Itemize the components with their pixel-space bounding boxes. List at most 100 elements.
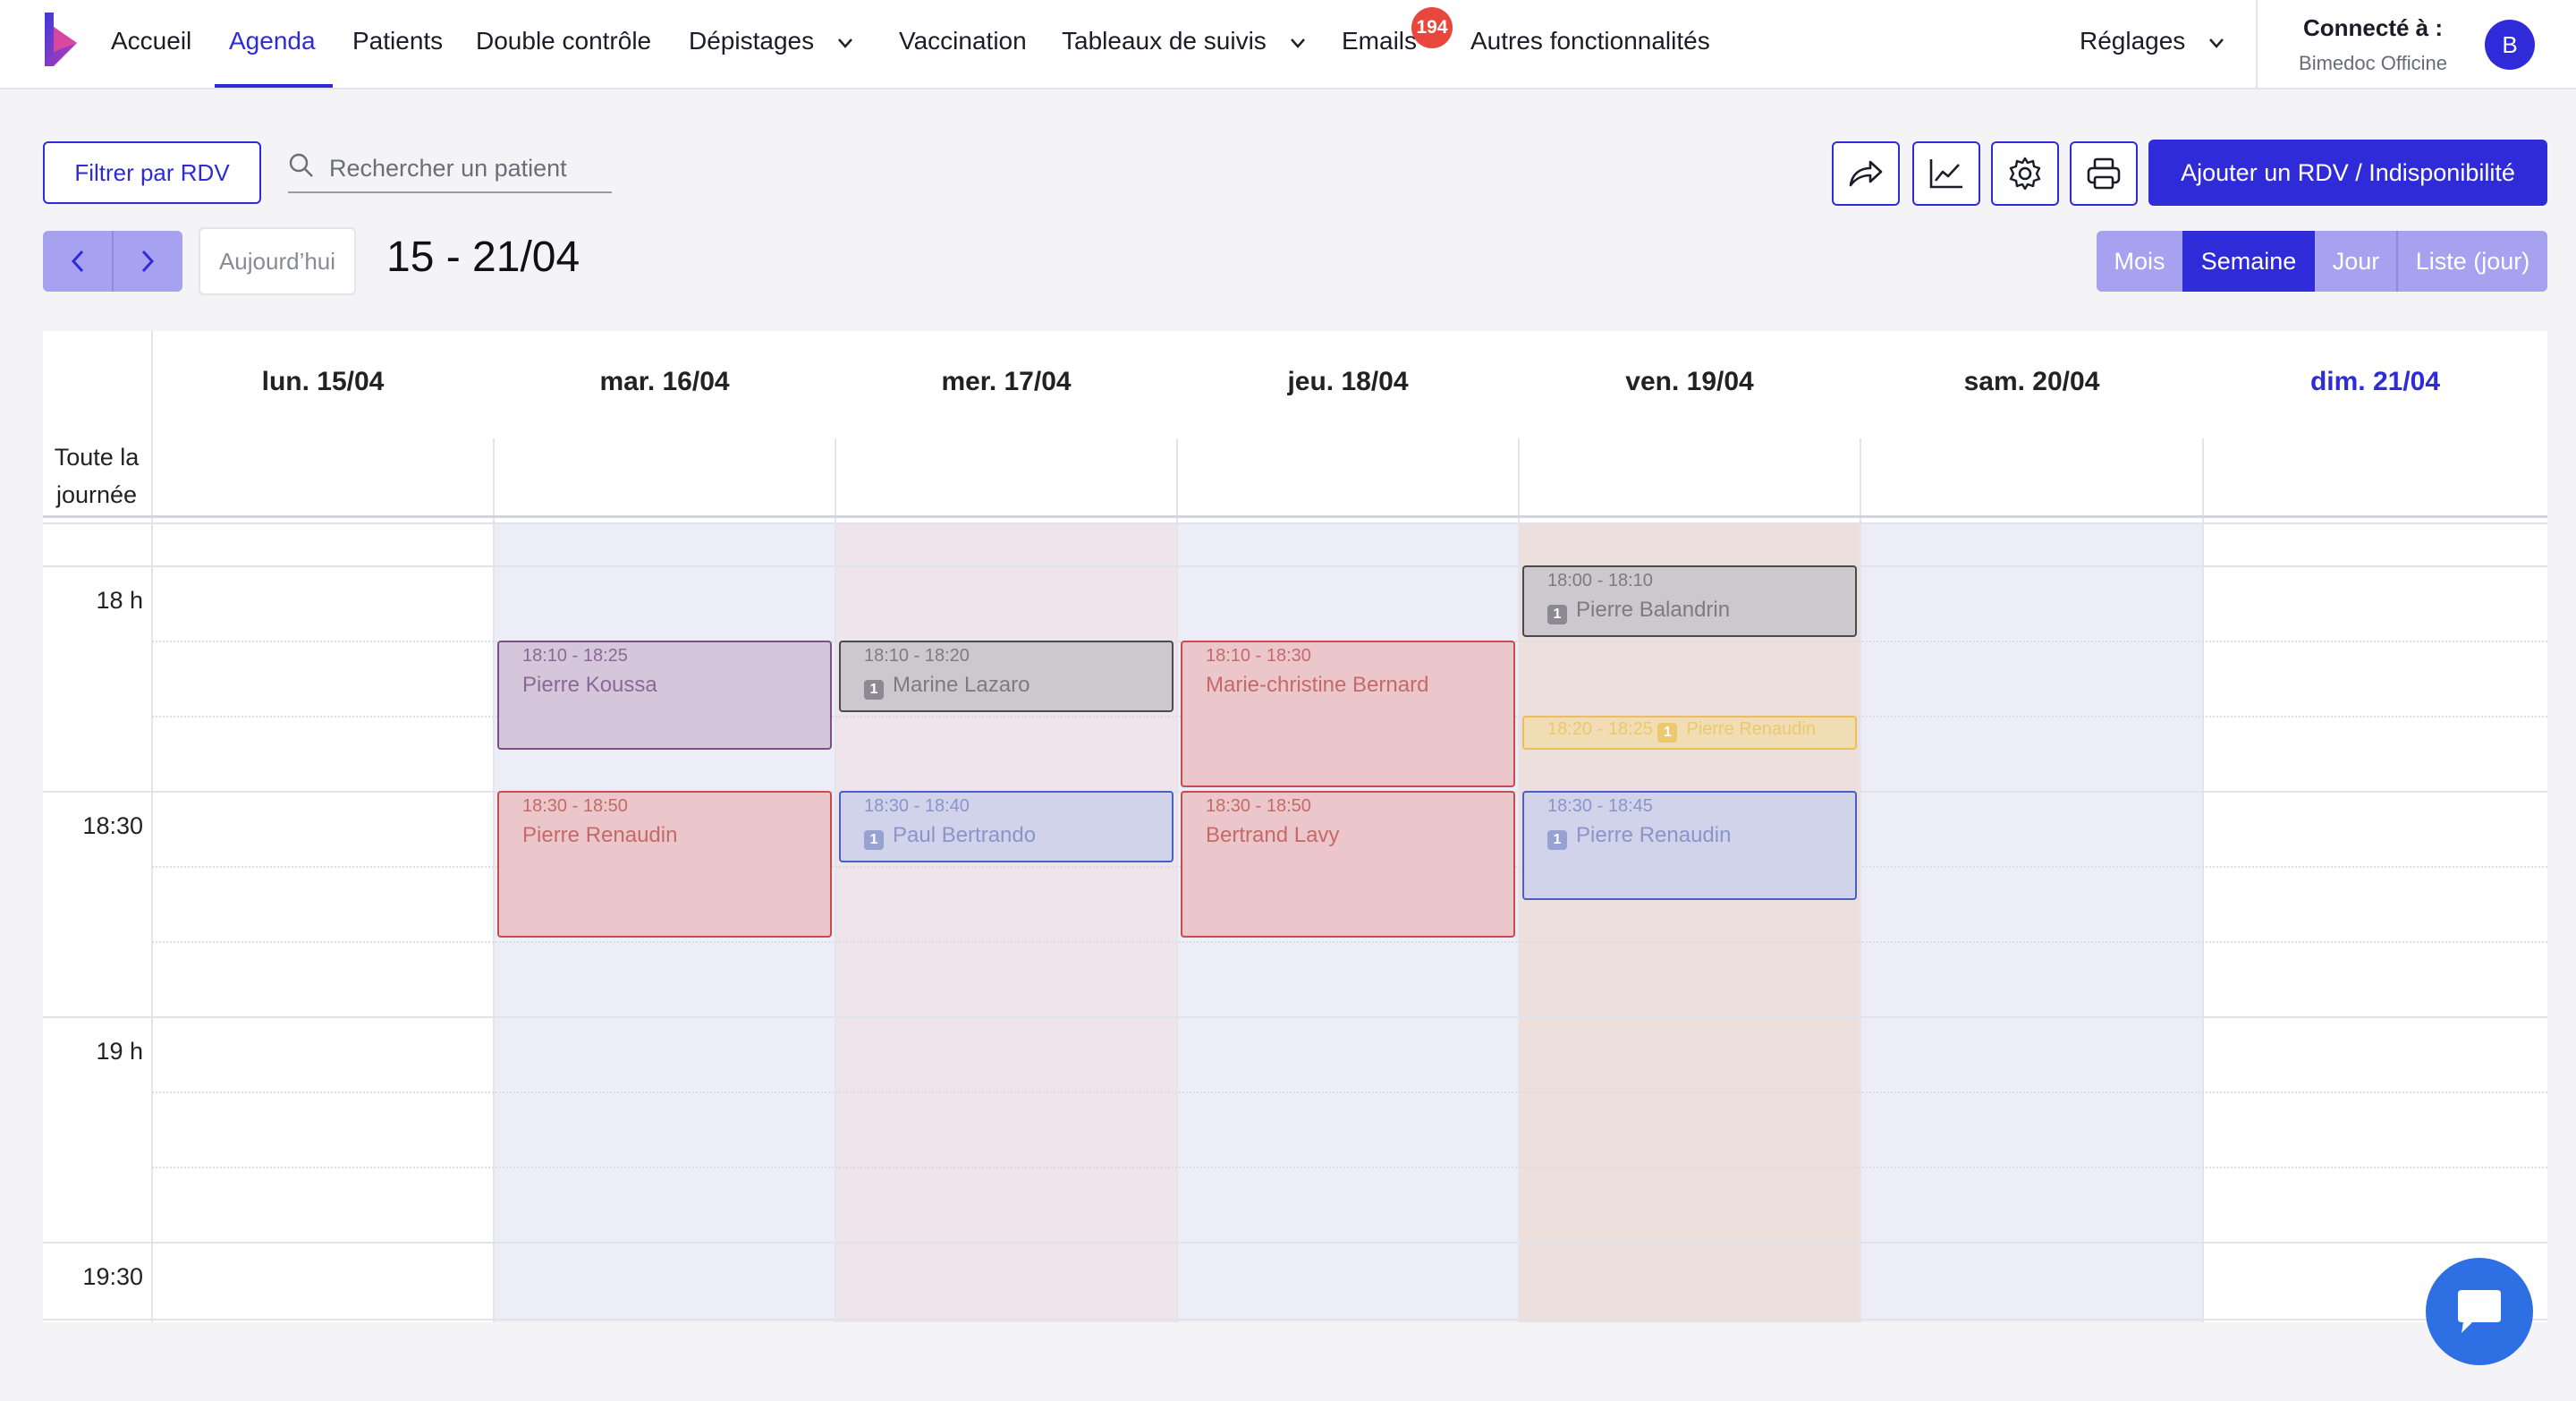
event-patient: 1 Pierre Balandrin [1547,598,1730,624]
grid-line [151,331,153,1322]
chevron-down-icon [2209,38,2224,48]
time-label-19h: 19 h [96,1038,143,1065]
day-header-sun-today: dim. 21/04 [2309,367,2441,396]
grid-line [152,1091,2547,1093]
event-patient-name: Pierre Renaudin [522,823,678,847]
event-patient: Bertrand Lavy [1206,823,1339,848]
grid-line [43,1016,2547,1018]
statistics-button[interactable] [1912,141,1980,206]
event-patient-name: Marie-christine Bernard [1206,673,1429,697]
event-patient: Pierre Renaudin [522,823,677,848]
share-icon [1849,160,1883,187]
appointment-event[interactable]: 18:30 - 18:45 1 Pierre Renaudin [1522,791,1857,900]
view-week-button[interactable]: Semaine [2182,231,2315,292]
add-appointment-button[interactable]: Ajouter un RDV / Indisponibilité [2148,140,2547,206]
next-week-button[interactable] [113,231,182,292]
chevron-down-icon [837,38,852,48]
connected-pharmacy: Bimedoc Officine [2299,52,2447,74]
event-time: 18:10 - 18:20 [864,646,970,666]
nav-reglages[interactable]: Réglages [2080,27,2224,55]
view-month-button[interactable]: Mois [2097,231,2182,292]
appointment-event[interactable]: 18:00 - 18:10 1 Pierre Balandrin [1522,565,1857,637]
time-label-18-30: 18:30 [82,812,143,839]
event-time: 18:00 - 18:10 [1547,571,1653,590]
event-patient-name: Marine Lazaro [893,673,1030,697]
week-calendar: lun. 15/04 mar. 16/04 mer. 17/04 jeu. 18… [43,331,2547,1322]
appointment-type-icon: 1 [1547,830,1567,850]
time-label-18h: 18 h [96,587,143,614]
event-patient: Pierre Koussa [522,673,657,698]
bimedoc-logo[interactable] [41,13,80,66]
today-button[interactable]: Aujourd’hui [199,227,356,295]
day-header-sat: sam. 20/04 [1963,367,2100,396]
event-time: 18:10 - 18:30 [1206,646,1311,666]
grid-line [43,1319,2547,1320]
nav-autres-fonctionnalites[interactable]: Autres fonctionnalités [1470,27,1710,55]
appointment-event[interactable]: 18:10 - 18:25 Pierre Koussa [497,641,832,750]
appointment-event[interactable]: 18:30 - 18:50 Bertrand Lavy [1181,791,1515,938]
appointment-event[interactable]: 18:10 - 18:30 Marie-christine Bernard [1181,641,1515,787]
appointment-event[interactable]: 18:30 - 18:50 Pierre Renaudin [497,791,832,938]
print-button[interactable] [2070,141,2138,206]
nav-depistages[interactable]: Dépistages [689,27,853,55]
grid-line [1860,438,1861,1322]
event-patient-name: Pierre Koussa [522,673,657,697]
search-input[interactable] [329,150,606,186]
nav-reglages-label: Réglages [2080,27,2186,55]
nav-active-underline [215,84,333,88]
event-patient-name: Pierre Renaudin [1576,823,1732,847]
grid-line [493,438,495,1322]
event-patient-name: Bertrand Lavy [1206,823,1340,847]
grid-line [43,1242,2547,1244]
connected-label: Connecté à : [2302,14,2444,41]
day-header-fri: ven. 19/04 [1625,367,1754,396]
view-day-button[interactable]: Jour [2315,231,2397,292]
chevron-down-icon [1290,38,1305,48]
day-header-mon: lun. 15/04 [261,367,385,396]
nav-agenda[interactable]: Agenda [229,27,316,55]
grid-line [1176,438,1178,1322]
nav-depistages-label: Dépistages [689,27,815,55]
grid-line [1518,438,1520,1322]
appointment-event[interactable]: 18:20 - 18:25 1 Pierre Renaudin [1522,716,1857,750]
all-day-label: Toute la journée [54,444,140,508]
column-tint-sat [1860,522,2203,1322]
appointment-event[interactable]: 18:10 - 18:20 1 Marine Lazaro [839,641,1174,712]
share-button[interactable] [1832,141,1900,206]
chevron-right-icon [141,250,155,273]
all-day-separator [43,515,2547,518]
event-patient-name: Pierre Balandrin [1576,598,1731,622]
grid-line [43,565,2547,567]
appointment-type-icon: 1 [1657,723,1678,743]
chat-support-button[interactable] [2426,1258,2533,1365]
event-patient-name: Paul Bertrando [893,823,1037,847]
nav-tableaux-label: Tableaux de suivis [1062,27,1267,55]
nav-double-controle[interactable]: Double contrôle [476,27,651,55]
day-header-tue: mar. 16/04 [599,367,730,396]
gear-icon [2009,157,2041,191]
event-patient: Marie-christine Bernard [1206,673,1428,698]
grid-line [43,522,2547,524]
chevron-left-icon [71,250,84,273]
event-patient: 1 Paul Bertrando [864,823,1036,850]
column-tint-sun [2203,522,2547,1322]
view-list-day-button[interactable]: Liste (jour) [2398,231,2547,292]
appointment-event[interactable]: 18:30 - 18:40 1 Paul Bertrando [839,791,1174,862]
event-time: 18:30 - 18:40 [864,796,970,816]
filter-by-appointment-button[interactable]: Filtrer par RDV [43,141,261,204]
patient-search [288,147,612,193]
event-time: 18:10 - 18:25 [522,646,628,666]
nav-emails[interactable]: Emails [1342,27,1417,55]
nav-accueil[interactable]: Accueil [111,27,191,55]
grid-line [152,941,2547,943]
nav-patients[interactable]: Patients [352,27,443,55]
settings-button[interactable] [1991,141,2059,206]
grid-line [835,438,836,1322]
event-time: 18:30 - 18:45 [1547,796,1653,816]
nav-tableaux-de-suivis[interactable]: Tableaux de suivis [1062,27,1306,55]
user-avatar[interactable]: B [2485,20,2535,70]
previous-week-button[interactable] [43,231,113,292]
printer-icon [2087,157,2121,190]
nav-vaccination[interactable]: Vaccination [899,27,1027,55]
appointment-type-icon: 1 [864,830,884,850]
